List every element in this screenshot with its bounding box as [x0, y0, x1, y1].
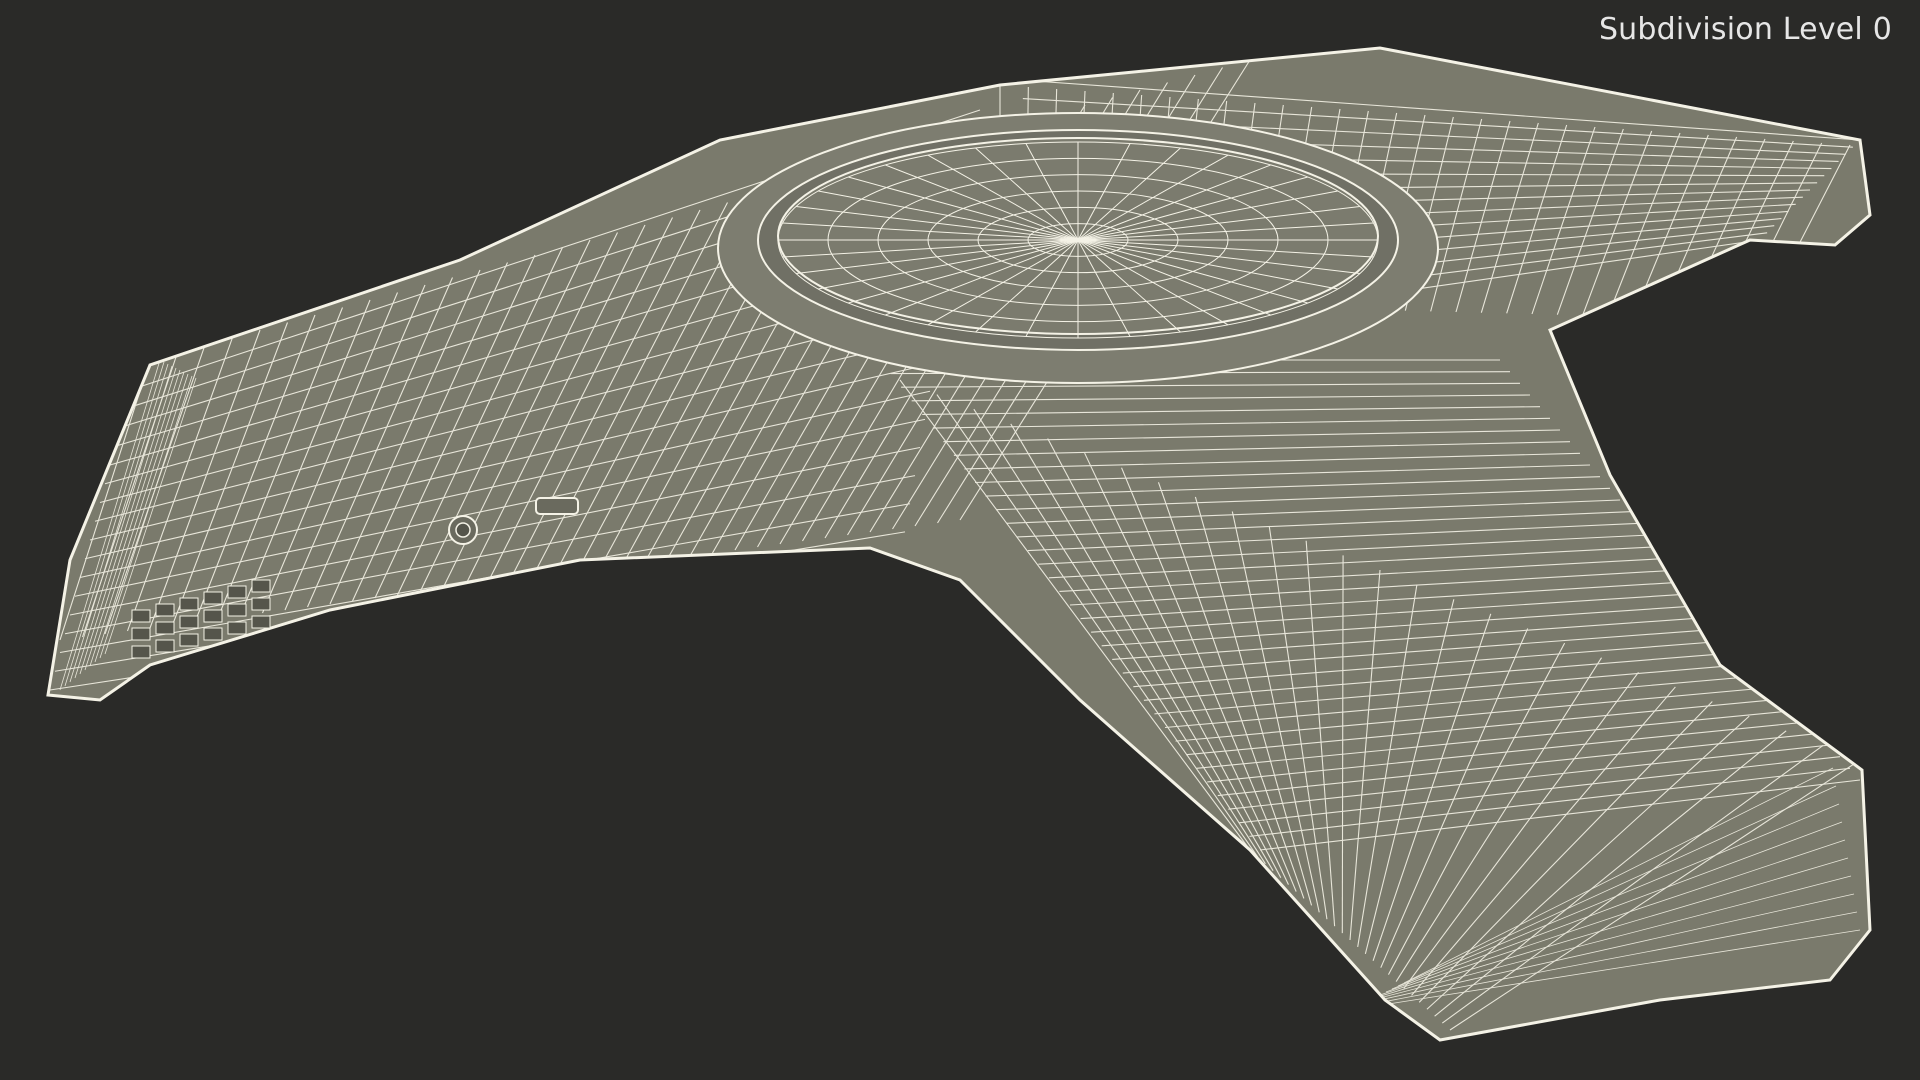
vent-slot: [131, 609, 151, 623]
vent-slot: [131, 645, 151, 659]
vent-slot: [227, 585, 247, 599]
vent-slot: [155, 603, 175, 617]
vent-slot: [179, 633, 199, 647]
speaker-dome: [717, 112, 1439, 384]
usb-port-icon: [535, 497, 579, 515]
vent-slot: [131, 627, 151, 641]
vent-slot: [203, 591, 223, 605]
vent-slot: [203, 627, 223, 641]
vent-slot: [179, 615, 199, 629]
conference-phone-wireframe-model: [46, 46, 1872, 1042]
vent-slot: [155, 639, 175, 653]
3d-viewport[interactable]: Subdivision Level 0: [0, 0, 1920, 1080]
vent-slot: [227, 621, 247, 635]
vent-slot: [251, 597, 271, 611]
vent-slot: [203, 609, 223, 623]
vent-slot: [251, 615, 271, 629]
wire-edge: [1341, 555, 1344, 934]
vent-slot: [155, 621, 175, 635]
vent-slot: [179, 597, 199, 611]
vent-slot: [251, 579, 271, 593]
vent-slot: [227, 603, 247, 617]
subdivision-level-label: Subdivision Level 0: [1598, 12, 1892, 47]
